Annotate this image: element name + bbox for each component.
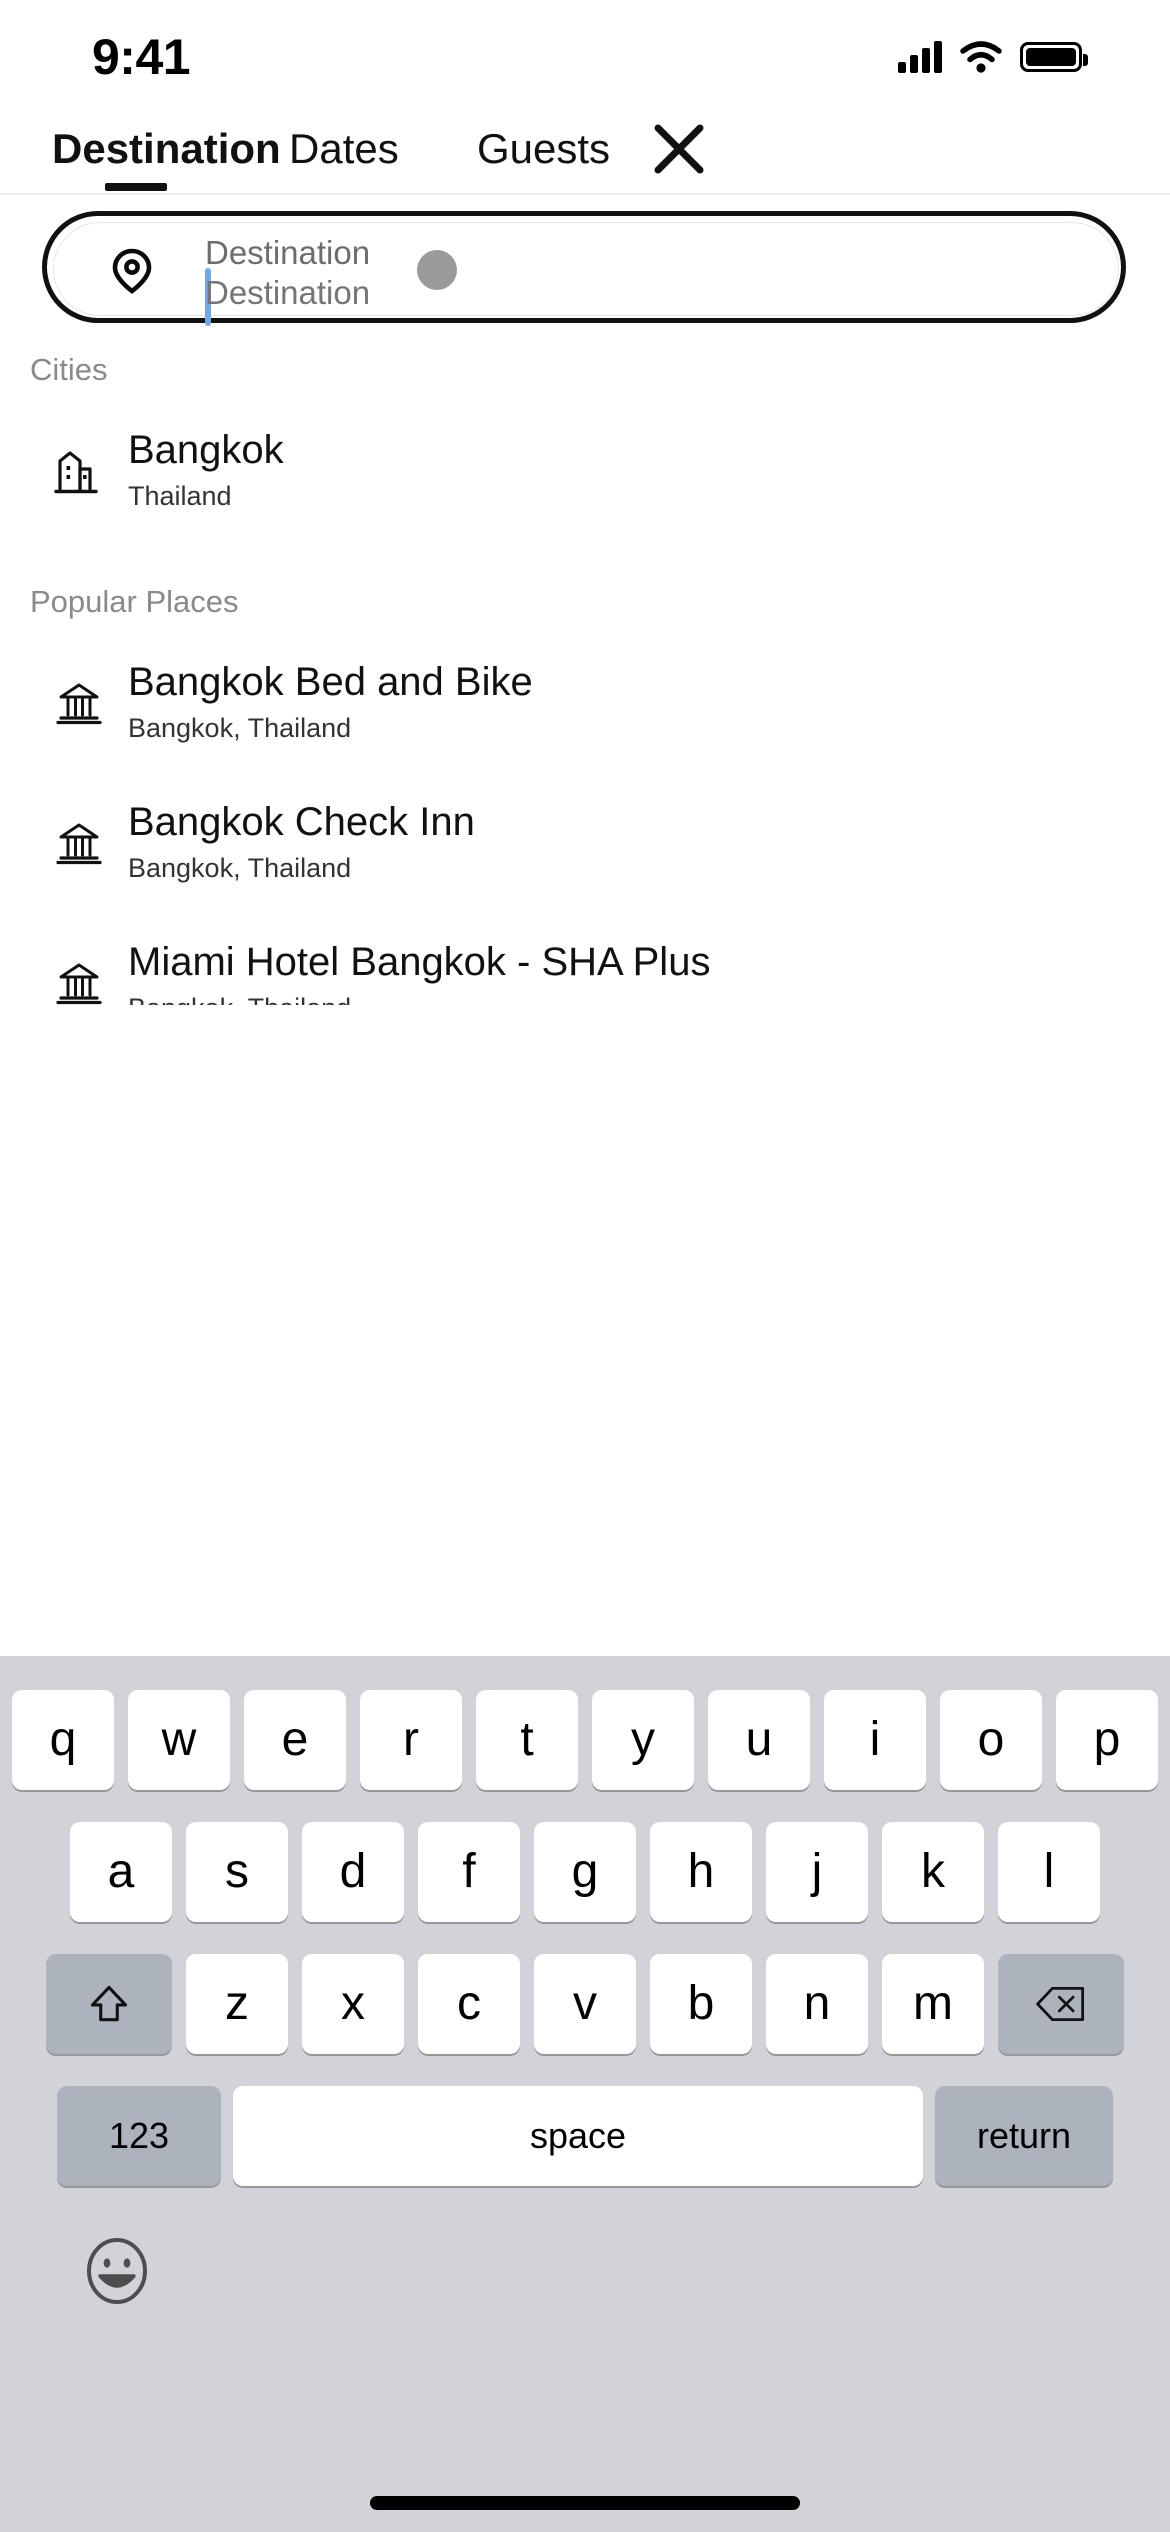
list-item[interactable]: Bangkok Bed and Bike Bangkok, Thailand (0, 643, 1170, 761)
keyboard-row-2: a s d f g h j k l (40, 1822, 1130, 1922)
key-h[interactable]: h (650, 1822, 752, 1922)
key-q[interactable]: q (12, 1690, 114, 1790)
key-u[interactable]: u (708, 1690, 810, 1790)
list-item-subtitle: Bangkok, Thailand (128, 853, 352, 884)
tab-destination[interactable]: Destination (52, 128, 281, 170)
status-time: 9:41 (92, 29, 191, 85)
status-bar: 9:41 (0, 0, 1170, 100)
home-indicator (370, 2496, 800, 2510)
battery-icon (1020, 42, 1088, 72)
key-y[interactable]: y (592, 1690, 694, 1790)
key-n[interactable]: n (766, 1954, 868, 2054)
key-i[interactable]: i (824, 1690, 926, 1790)
location-pin-icon (110, 248, 154, 294)
search-input[interactable] (205, 263, 445, 323)
list-item-title: Miami Hotel Bangkok - SHA Plus (128, 940, 711, 985)
key-w[interactable]: w (128, 1690, 230, 1790)
tab-bar: Destination Dates Guests (0, 100, 1170, 195)
status-indicators (898, 27, 1088, 73)
list-item-title: Bangkok Check Inn (128, 800, 475, 845)
search-field-inner: Destination (53, 222, 1119, 326)
key-x[interactable]: x (302, 1954, 404, 2054)
key-t[interactable]: t (476, 1690, 578, 1790)
key-v[interactable]: v (534, 1954, 636, 2054)
wifi-icon (960, 41, 1002, 73)
landmark-icon (30, 957, 128, 1005)
shift-key[interactable] (46, 1954, 172, 2054)
key-d[interactable]: d (302, 1822, 404, 1922)
city-buildings-icon (30, 445, 128, 495)
clear-search-button[interactable] (417, 250, 457, 290)
key-a[interactable]: a (70, 1822, 172, 1922)
key-o[interactable]: o (940, 1690, 1042, 1790)
return-key[interactable]: return (935, 2086, 1113, 2186)
close-button[interactable] (648, 118, 710, 180)
numbers-key[interactable]: 123 (57, 2086, 221, 2186)
key-f[interactable]: f (418, 1822, 520, 1922)
active-tab-indicator (105, 183, 167, 191)
backspace-icon (1036, 1987, 1085, 2021)
list-item[interactable]: Bangkok Check Inn Bangkok, Thailand (0, 783, 1170, 901)
list-item-title: Bangkok Bed and Bike (128, 660, 533, 705)
key-g[interactable]: g (534, 1822, 636, 1922)
key-z[interactable]: z (186, 1954, 288, 2054)
landmark-icon (30, 677, 128, 727)
keyboard-row-3: z x c v b n m (6, 1954, 1164, 2054)
key-e[interactable]: e (244, 1690, 346, 1790)
section-header-cities: Cities (30, 352, 108, 387)
emoji-smiley-icon (87, 2238, 147, 2304)
list-item[interactable]: Miami Hotel Bangkok - SHA Plus Bangkok, … (0, 923, 1170, 1005)
section-header-popular-places: Popular Places (30, 584, 239, 619)
key-r[interactable]: r (360, 1690, 462, 1790)
key-c[interactable]: c (418, 1954, 520, 2054)
list-item-title: Bangkok (128, 428, 284, 473)
on-screen-keyboard[interactable]: q w e r t y u i o p a s d f g h j k l z … (0, 1656, 1170, 2532)
suggestions-list[interactable]: Cities Bangkok Thailand Popular Places B… (0, 330, 1170, 1005)
key-l[interactable]: l (998, 1822, 1100, 1922)
list-item-subtitle: Bangkok, Thailand (128, 994, 710, 1005)
key-m[interactable]: m (882, 1954, 984, 2054)
list-item[interactable]: Bangkok Thailand (0, 411, 1170, 529)
key-j[interactable]: j (766, 1822, 868, 1922)
list-item-subtitle: Bangkok, Thailand (128, 713, 352, 744)
keyboard-row-1: q w e r t y u i o p (6, 1690, 1164, 1790)
list-item-subtitle: Thailand (128, 481, 232, 512)
tab-dates[interactable]: Dates (289, 128, 399, 170)
close-icon (654, 124, 704, 174)
landmark-icon (30, 817, 128, 867)
app-screen: 9:41 Destination Dates Guests Destinatio… (0, 0, 1170, 2532)
destination-search-field[interactable]: Destination (42, 211, 1126, 326)
key-s[interactable]: s (186, 1822, 288, 1922)
key-b[interactable]: b (650, 1954, 752, 2054)
signal-bars-icon (898, 41, 942, 73)
key-p[interactable]: p (1056, 1690, 1158, 1790)
backspace-key[interactable] (998, 1954, 1124, 2054)
tab-guests[interactable]: Guests (477, 128, 610, 170)
emoji-key[interactable] (84, 2238, 150, 2304)
space-key[interactable]: space (233, 2086, 923, 2186)
shift-arrow-icon (90, 1985, 128, 2022)
key-k[interactable]: k (882, 1822, 984, 1922)
keyboard-row-4: 123 space return (6, 2086, 1164, 2186)
